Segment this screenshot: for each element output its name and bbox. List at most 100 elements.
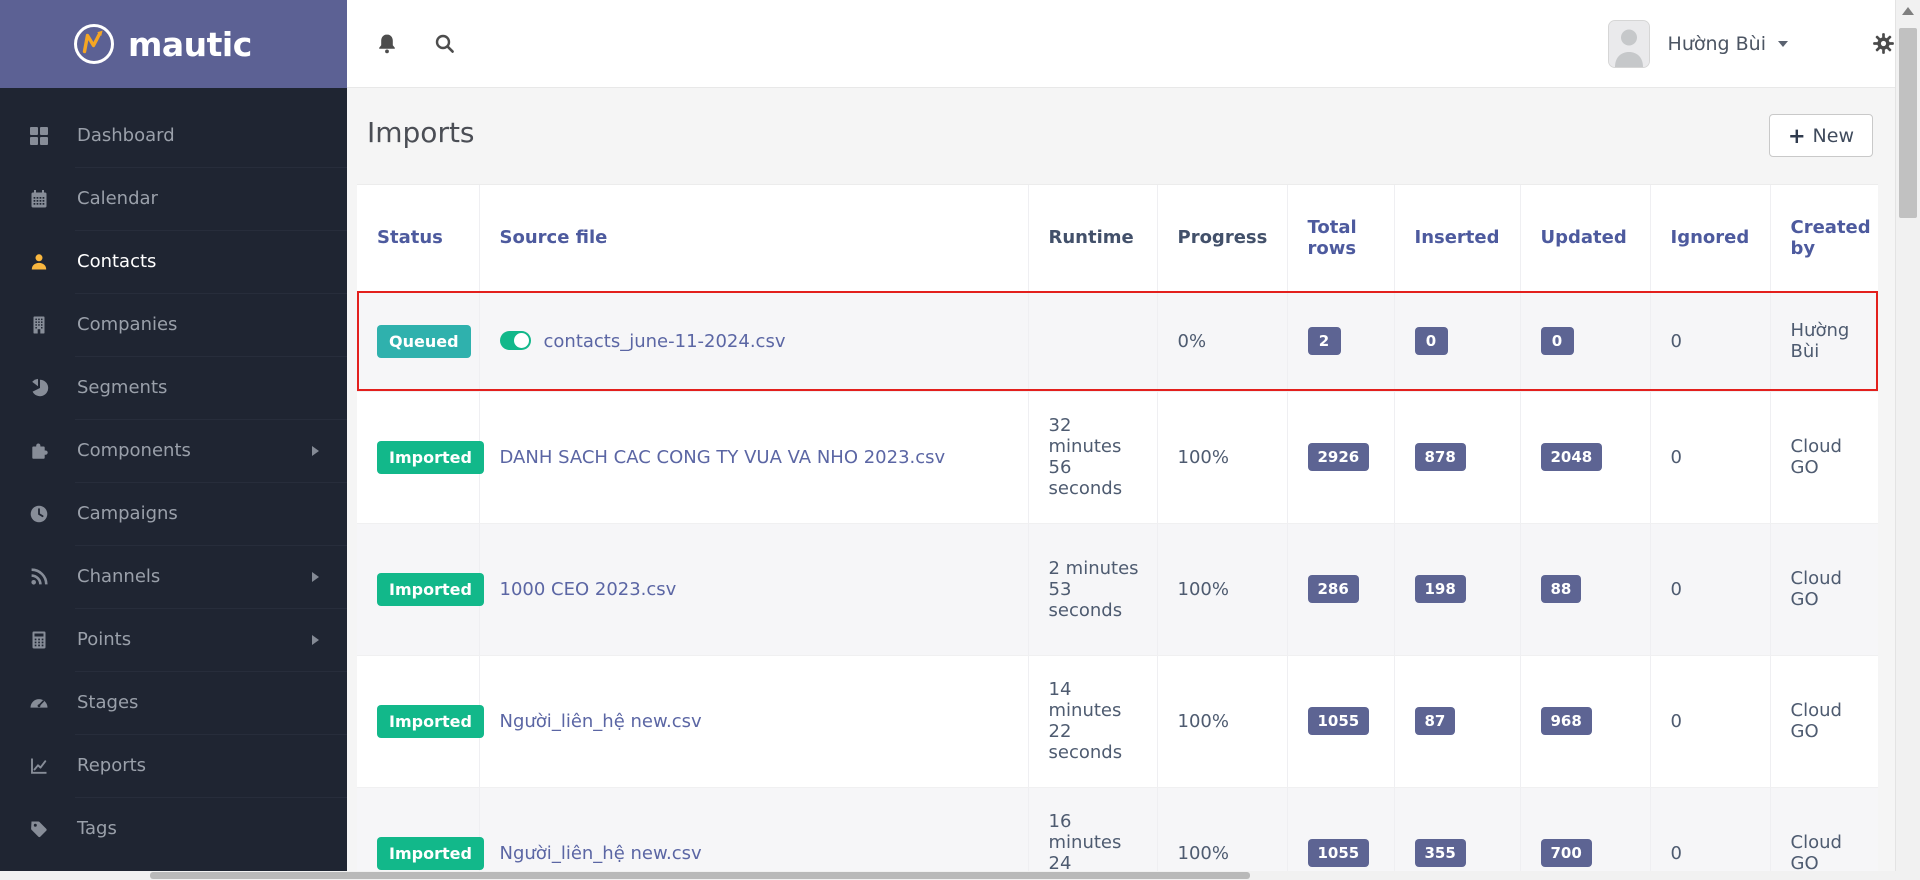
source-file-link[interactable]: contacts_june-11-2024.csv	[544, 331, 786, 352]
sidebar-item-segments[interactable]: Segments	[0, 356, 347, 419]
calculator-icon	[28, 629, 50, 651]
sidebar-item-label: Tags	[77, 818, 117, 839]
mautic-logo[interactable]: mautic	[0, 0, 347, 88]
created-by-value: Cloud GO	[1790, 700, 1842, 742]
sidebar-item-dashboard[interactable]: Dashboard	[0, 104, 347, 167]
source-file-link[interactable]: DANH SACH CAC CONG TY VUA VA NHO 2023.cs…	[500, 447, 946, 468]
column-header-inserted[interactable]: Inserted	[1394, 185, 1521, 292]
sidebar-item-tags[interactable]: Tags	[0, 797, 347, 860]
runtime-value: 14 minutes 22 seconds	[1048, 679, 1123, 763]
updated-badge: 700	[1540, 839, 1592, 867]
total-rows-badge: 286	[1307, 575, 1359, 603]
inserted-badge: 878	[1414, 443, 1466, 471]
source-file-link[interactable]: Người_liên_hệ new.csv	[500, 843, 702, 864]
scroll-up-arrow-icon[interactable]	[1902, 7, 1914, 15]
ignored-value: 0	[1670, 446, 1682, 468]
new-button-label: New	[1812, 124, 1854, 147]
column-header-status[interactable]: Status	[357, 185, 480, 292]
ignored-value: 0	[1670, 330, 1682, 352]
horizontal-scrollbar[interactable]	[0, 871, 1895, 880]
column-header-updated[interactable]: Updated	[1520, 185, 1651, 292]
sidebar-item-label: Components	[77, 440, 191, 461]
mautic-imports-page: mautic Dashboard Calendar Contacts Compa…	[0, 0, 1920, 880]
search-icon[interactable]	[433, 32, 457, 56]
import-row: Imported DANH SACH CAC CONG TY VUA VA NH…	[357, 391, 1878, 524]
updated-badge: 0	[1540, 327, 1574, 355]
column-header-created-by[interactable]: Created by	[1770, 185, 1878, 292]
progress-value: 100%	[1177, 710, 1229, 732]
imports-table-card: Status Source file Runtime Progress Tota…	[357, 184, 1878, 872]
tag-icon	[28, 818, 50, 840]
import-row: Imported Người_liên_hệ new.csv 14 minute…	[357, 655, 1878, 788]
runtime-value: 2 minutes 53 seconds	[1048, 557, 1139, 621]
status-badge: Imported	[377, 836, 484, 870]
brand-name: mautic	[128, 24, 252, 64]
total-rows-badge: 1055	[1307, 839, 1370, 867]
created-by-value: Cloud GO	[1790, 832, 1842, 872]
vertical-scroll-thumb[interactable]	[1899, 28, 1917, 218]
plus-icon: +	[1787, 123, 1806, 148]
source-file-link[interactable]: 1000 CEO 2023.csv	[500, 579, 677, 600]
sidebar-item-reports[interactable]: Reports	[0, 734, 347, 797]
gear-icon[interactable]	[1872, 32, 1895, 55]
progress-value: 100%	[1177, 446, 1229, 468]
status-badge: Imported	[377, 440, 484, 474]
import-row-queued: Queued contacts_june-11-2024.csv 0% 2 0 …	[357, 291, 1878, 392]
sidebar-item-label: Campaigns	[77, 503, 178, 524]
created-by-value: Cloud GO	[1790, 436, 1842, 478]
sidebar-item-stages[interactable]: Stages	[0, 671, 347, 734]
sidebar: mautic Dashboard Calendar Contacts Compa…	[0, 0, 347, 880]
sidebar-item-channels[interactable]: Channels	[0, 545, 347, 608]
total-rows-badge: 2	[1307, 327, 1341, 355]
created-by-value: Cloud GO	[1790, 568, 1842, 610]
chevron-right-icon	[312, 634, 319, 645]
mautic-logo-icon	[72, 22, 116, 66]
publish-toggle-icon[interactable]	[499, 330, 531, 350]
sidebar-item-label: Contacts	[77, 251, 157, 272]
column-header-source-file[interactable]: Source file	[479, 185, 1029, 292]
column-header-runtime: Runtime	[1028, 185, 1158, 292]
status-badge: Queued	[377, 324, 471, 358]
vertical-scrollbar[interactable]	[1895, 0, 1920, 880]
ignored-value: 0	[1670, 710, 1682, 732]
sidebar-item-contacts[interactable]: Contacts	[0, 230, 347, 293]
bell-icon[interactable]	[375, 32, 399, 56]
horizontal-scroll-thumb[interactable]	[150, 872, 1250, 879]
sidebar-item-label: Segments	[77, 377, 168, 398]
page-title: Imports	[367, 116, 475, 149]
inserted-badge: 355	[1414, 839, 1466, 867]
sidebar-item-label: Channels	[77, 566, 161, 587]
sidebar-item-label: Points	[77, 629, 132, 650]
updated-badge: 88	[1540, 575, 1582, 603]
inserted-badge: 0	[1414, 327, 1448, 355]
status-badge: Imported	[377, 704, 484, 738]
dashboard-grid-icon	[28, 125, 50, 147]
sidebar-item-campaigns[interactable]: Campaigns	[0, 482, 347, 545]
imports-table: Status Source file Runtime Progress Tota…	[357, 185, 1878, 872]
sidebar-item-calendar[interactable]: Calendar	[0, 167, 347, 230]
inserted-badge: 198	[1414, 575, 1466, 603]
column-header-total-rows[interactable]: Total rows	[1287, 185, 1395, 292]
new-import-button[interactable]: + New	[1768, 114, 1873, 157]
source-file-link[interactable]: Người_liên_hệ new.csv	[500, 711, 702, 732]
column-header-progress: Progress	[1157, 185, 1288, 292]
progress-value: 100%	[1177, 578, 1229, 600]
user-name[interactable]: Hường Bùi	[1668, 33, 1766, 55]
progress-value: 100%	[1177, 842, 1229, 864]
runtime-value: 32 minutes 56 seconds	[1048, 415, 1123, 499]
topbar: Hường Bùi	[347, 0, 1895, 88]
sidebar-item-points[interactable]: Points	[0, 608, 347, 671]
sidebar-item-components[interactable]: Components	[0, 419, 347, 482]
ignored-value: 0	[1670, 842, 1682, 864]
calendar-icon	[28, 188, 50, 210]
sidebar-item-label: Companies	[77, 314, 178, 335]
sidebar-nav: Dashboard Calendar Contacts Companies Se…	[0, 88, 347, 860]
building-icon	[28, 314, 50, 336]
user-menu[interactable]: Hường Bùi	[1607, 19, 1828, 68]
contact-person-icon	[28, 251, 50, 273]
sidebar-item-label: Stages	[77, 692, 139, 713]
sidebar-item-companies[interactable]: Companies	[0, 293, 347, 356]
status-badge: Imported	[377, 572, 484, 606]
column-header-ignored[interactable]: Ignored	[1650, 185, 1771, 292]
runtime-value: 16 minutes 24 seconds	[1048, 811, 1122, 872]
